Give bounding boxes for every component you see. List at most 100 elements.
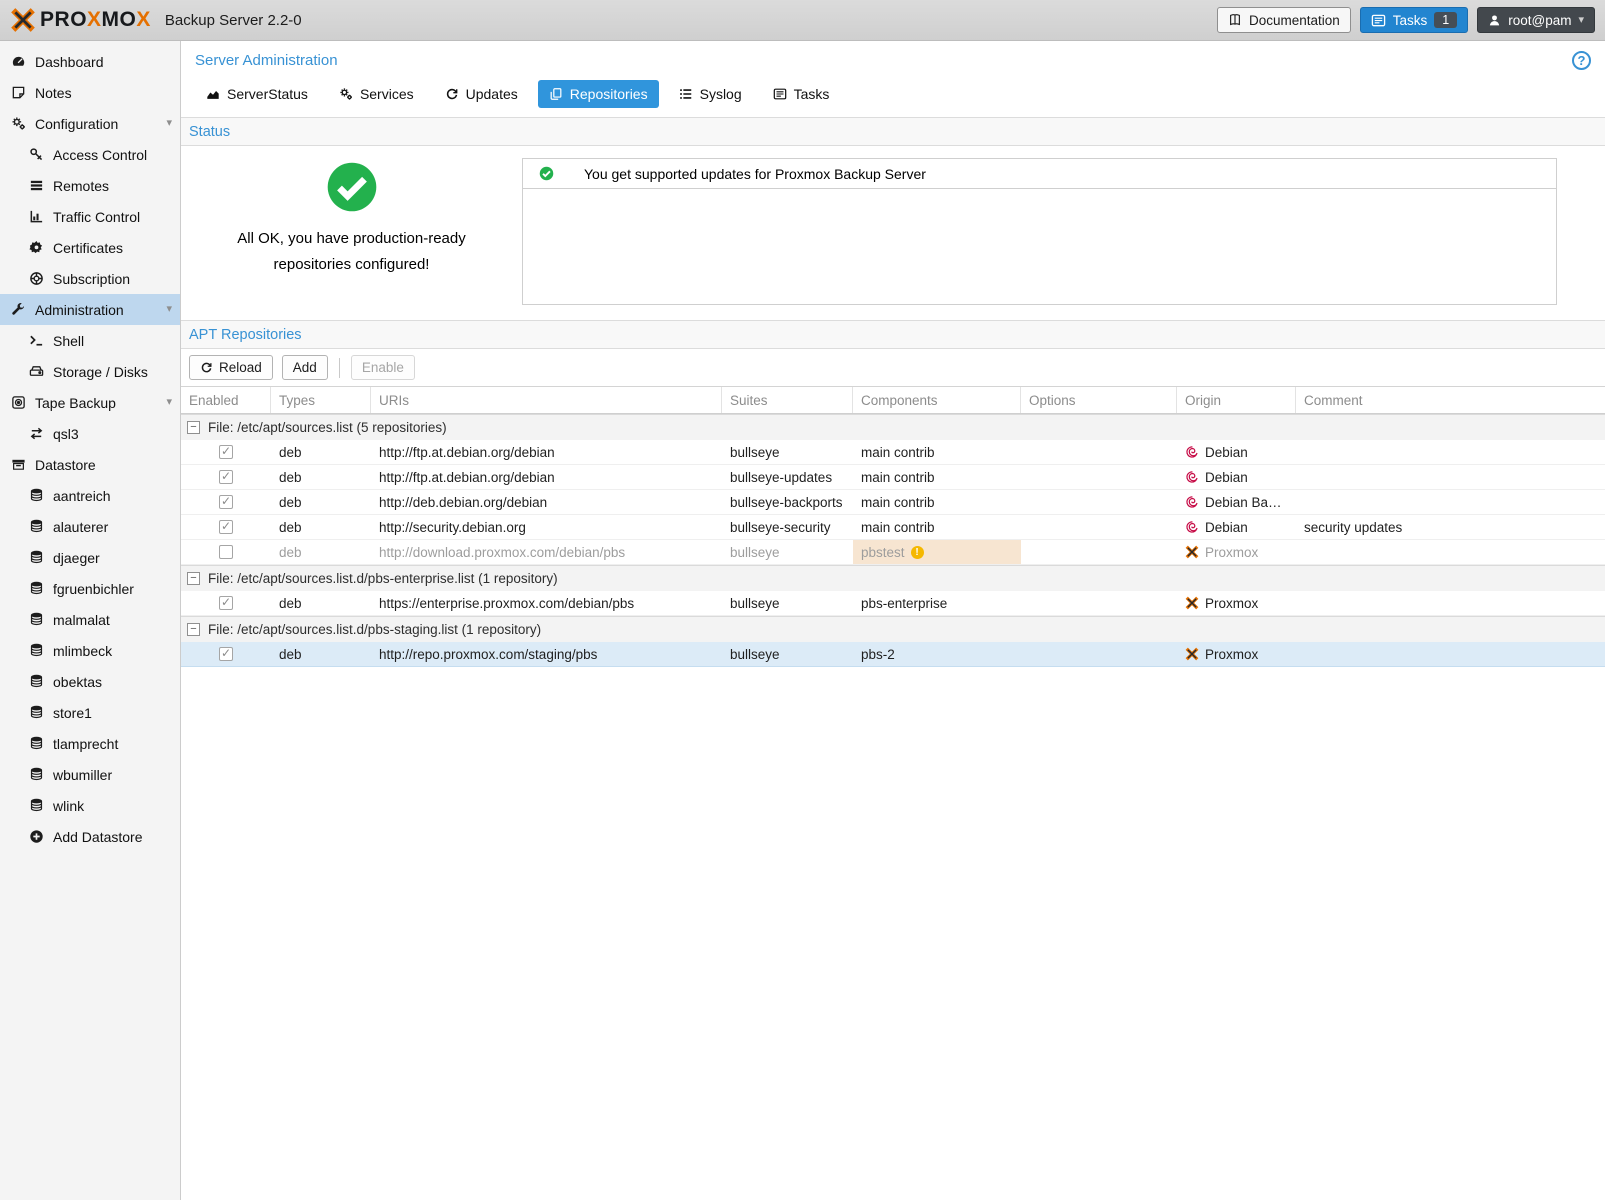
sidebar-item-label: Datastore — [35, 457, 96, 473]
column-header-options[interactable]: Options — [1021, 387, 1177, 413]
sidebar-item-configuration[interactable]: Configuration▾ — [0, 108, 180, 139]
table-body: −File: /etc/apt/sources.list (5 reposito… — [181, 414, 1605, 667]
cell-options — [1021, 642, 1177, 666]
sidebar-item-shell[interactable]: Shell — [0, 325, 180, 356]
help-icon[interactable]: ? — [1572, 51, 1591, 70]
terminal-icon — [28, 333, 45, 348]
documentation-button[interactable]: Documentation — [1217, 7, 1351, 33]
sidebar-item-fgruenbichler[interactable]: fgruenbichler — [0, 573, 180, 604]
table-row[interactable]: debhttp://repo.proxmox.com/staging/pbsbu… — [181, 642, 1605, 667]
reload-button[interactable]: Reload — [189, 355, 273, 380]
sidebar-item-subscription[interactable]: Subscription — [0, 263, 180, 294]
enabled-checkbox[interactable] — [219, 470, 233, 484]
uris-value: https://enterprise.proxmox.com/debian/pb… — [379, 596, 634, 611]
column-header-suites[interactable]: Suites — [722, 387, 853, 413]
types-value: deb — [279, 445, 302, 460]
sidebar-item-label: Administration — [35, 302, 124, 318]
database-icon — [28, 643, 45, 658]
status-info-text: You get supported updates for Proxmox Ba… — [584, 166, 926, 182]
sidebar-item-mlimbeck[interactable]: mlimbeck — [0, 635, 180, 666]
sidebar-item-tape-backup[interactable]: Tape Backup▾ — [0, 387, 180, 418]
sidebar-item-wlink[interactable]: wlink — [0, 790, 180, 821]
tasks-button[interactable]: Tasks 1 — [1360, 7, 1468, 33]
tab-tasks[interactable]: Tasks — [762, 80, 841, 108]
column-header-uris[interactable]: URIs — [371, 387, 722, 413]
cell-components: pbs-2 — [853, 642, 1021, 666]
sidebar-item-wbumiller[interactable]: wbumiller — [0, 759, 180, 790]
enable-button[interactable]: Enable — [351, 355, 415, 380]
table-row[interactable]: debhttp://security.debian.orgbullseye-se… — [181, 515, 1605, 540]
table-row[interactable]: deb https://enterprise.proxmox.com/debian… — [181, 591, 1605, 616]
group-header[interactable]: −File: /etc/apt/sources.list (5 reposito… — [181, 414, 1605, 440]
cell-options — [1021, 490, 1177, 514]
certificate-icon — [28, 240, 45, 255]
sidebar-item-tlamprecht[interactable]: tlamprecht — [0, 728, 180, 759]
comment-value: security updates — [1304, 520, 1402, 535]
status-info-row: You get supported updates for Proxmox Ba… — [523, 159, 1556, 189]
table-row[interactable]: debhttp://ftp.at.debian.org/debianbullse… — [181, 465, 1605, 490]
cell-types: deb — [271, 591, 371, 615]
sidebar-item-alauterer[interactable]: alauterer — [0, 511, 180, 542]
sidebar-item-malmalat[interactable]: malmalat — [0, 604, 180, 635]
tab-updates[interactable]: Updates — [434, 80, 529, 108]
collapse-icon[interactable]: − — [187, 421, 200, 434]
collapse-icon[interactable]: − — [187, 623, 200, 636]
table-row[interactable]: debhttp://deb.debian.org/debianbullseye-… — [181, 490, 1605, 515]
sidebar-item-aantreich[interactable]: aantreich — [0, 480, 180, 511]
sidebar-item-certificates[interactable]: Certificates — [0, 232, 180, 263]
enable-label: Enable — [362, 360, 404, 375]
enabled-checkbox[interactable] — [219, 647, 233, 661]
tab-syslog[interactable]: Syslog — [668, 80, 753, 108]
sidebar-item-storage-disks[interactable]: Storage / Disks — [0, 356, 180, 387]
column-header-comment[interactable]: Comment — [1296, 387, 1605, 413]
cell-enabled — [181, 490, 271, 514]
wrench-icon — [10, 302, 27, 317]
tab-repositories[interactable]: Repositories — [538, 80, 659, 108]
tab-label: ServerStatus — [227, 86, 308, 102]
sidebar-item-remotes[interactable]: Remotes — [0, 170, 180, 201]
sidebar-item-traffic-control[interactable]: Traffic Control — [0, 201, 180, 232]
sidebar-item-dashboard[interactable]: Dashboard — [0, 46, 180, 77]
sidebar-item-store1[interactable]: store1 — [0, 697, 180, 728]
sidebar-item-obektas[interactable]: obektas — [0, 666, 180, 697]
table-row[interactable]: debhttp://download.proxmox.com/debian/pb… — [181, 540, 1605, 565]
add-button[interactable]: Add — [282, 355, 328, 380]
database-icon — [28, 519, 45, 534]
origin-value: Debian — [1205, 445, 1248, 460]
group-header[interactable]: −File: /etc/apt/sources.list.d/pbs-stagi… — [181, 616, 1605, 642]
sidebar-item-label: mlimbeck — [53, 643, 112, 659]
enabled-checkbox[interactable] — [219, 495, 233, 509]
tab-services[interactable]: Services — [328, 80, 425, 108]
group-header[interactable]: −File: /etc/apt/sources.list.d/pbs-enter… — [181, 565, 1605, 591]
tab-serverstatus[interactable]: ServerStatus — [195, 80, 319, 108]
sidebar-item-access-control[interactable]: Access Control — [0, 139, 180, 170]
sidebar-item-administration[interactable]: Administration▾ — [0, 294, 180, 325]
column-header-components[interactable]: Components — [853, 387, 1021, 413]
enabled-checkbox[interactable] — [219, 445, 233, 459]
cell-options — [1021, 440, 1177, 464]
user-menu-button[interactable]: root@pam ▾ — [1477, 7, 1595, 33]
enabled-checkbox[interactable] — [219, 596, 233, 610]
column-header-origin[interactable]: Origin — [1177, 387, 1296, 413]
uris-value: http://deb.debian.org/debian — [379, 495, 547, 510]
cell-types: deb — [271, 515, 371, 539]
tab-label: Repositories — [570, 86, 648, 102]
sidebar-item-qsl3[interactable]: qsl3 — [0, 418, 180, 449]
enabled-checkbox[interactable] — [219, 520, 233, 534]
table-row[interactable]: debhttp://ftp.at.debian.org/debianbullse… — [181, 440, 1605, 465]
sidebar-item-add-datastore[interactable]: Add Datastore — [0, 821, 180, 852]
sidebar-item-notes[interactable]: Notes — [0, 77, 180, 108]
sidebar-item-label: Subscription — [53, 271, 130, 287]
documentation-label: Documentation — [1249, 13, 1340, 28]
column-header-types[interactable]: Types — [271, 387, 371, 413]
sidebar-item-datastore[interactable]: Datastore — [0, 449, 180, 480]
enabled-checkbox[interactable] — [219, 545, 233, 559]
sidebar-item-djaeger[interactable]: djaeger — [0, 542, 180, 573]
tab-label: Updates — [466, 86, 518, 102]
book-icon — [1228, 13, 1242, 27]
column-header-enabled[interactable]: Enabled — [181, 387, 271, 413]
collapse-icon[interactable]: − — [187, 572, 200, 585]
database-icon — [28, 550, 45, 565]
app-title: Backup Server 2.2-0 — [165, 12, 302, 29]
uris-value: http://download.proxmox.com/debian/pbs — [379, 545, 625, 560]
